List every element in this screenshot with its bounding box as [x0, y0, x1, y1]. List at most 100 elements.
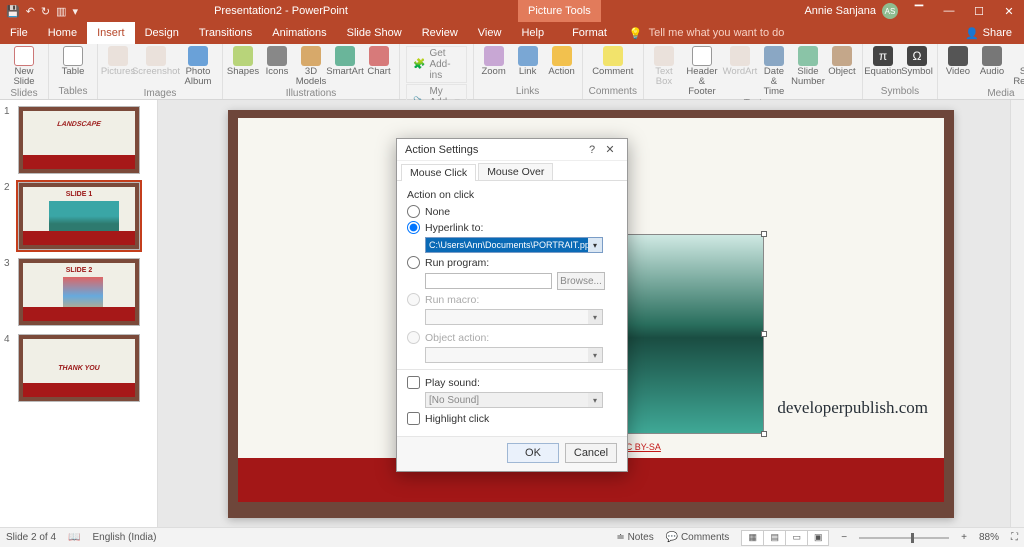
- normal-view-button[interactable]: ▦: [741, 530, 763, 546]
- title-bar: 💾 ↶ ↻ ▥ ▾ Presentation2 - PowerPoint Pic…: [0, 0, 1024, 22]
- thumbnail-4[interactable]: THANK YOU: [18, 334, 140, 402]
- audio-button[interactable]: Audio: [978, 46, 1006, 77]
- ribbon: New SlideSlides TableTables Pictures Scr…: [0, 44, 1024, 100]
- start-from-beginning-icon[interactable]: ▥: [56, 5, 66, 18]
- reading-view-button[interactable]: ▭: [785, 530, 807, 546]
- context-tab-picture-tools: Picture Tools: [518, 0, 601, 22]
- tab-home[interactable]: Home: [38, 22, 87, 44]
- dialog-title: Action Settings: [405, 144, 478, 156]
- checkbox-highlight-click[interactable]: [407, 412, 420, 425]
- tab-slideshow[interactable]: Slide Show: [337, 22, 412, 44]
- photo-album-button[interactable]: Photo Album: [180, 46, 216, 87]
- pictures-button[interactable]: Pictures: [104, 46, 132, 77]
- comments-button[interactable]: 💬 Comments: [666, 532, 730, 543]
- zoom-out-button[interactable]: −: [841, 532, 847, 543]
- zoom-in-button[interactable]: +: [961, 532, 967, 543]
- sorter-view-button[interactable]: ▤: [763, 530, 785, 546]
- minimize-button[interactable]: —: [934, 0, 964, 22]
- group-action-on-click: Action on click: [407, 189, 617, 201]
- 3d-models-button[interactable]: 3D Models: [297, 46, 325, 87]
- thumbnail-3[interactable]: SLIDE 2: [18, 258, 140, 326]
- ribbon-tabs: File Home Insert Design Transitions Anim…: [0, 22, 1024, 44]
- ok-button[interactable]: OK: [507, 443, 559, 463]
- dialog-close-button[interactable]: ✕: [601, 143, 619, 156]
- video-button[interactable]: Video: [944, 46, 972, 77]
- header-footer-button[interactable]: Header & Footer: [684, 46, 720, 97]
- radio-hyperlink[interactable]: [407, 221, 420, 234]
- shapes-button[interactable]: Shapes: [229, 46, 257, 77]
- date-time-button[interactable]: Date & Time: [760, 46, 788, 97]
- thumbnail-1[interactable]: LANDSCAPE: [18, 106, 140, 174]
- comment-button[interactable]: Comment: [595, 46, 631, 77]
- wordart-button[interactable]: WordArt: [726, 46, 754, 77]
- share-button[interactable]: 👤 Share: [953, 22, 1024, 44]
- textbox-button[interactable]: Text Box: [650, 46, 678, 87]
- tab-review[interactable]: Review: [412, 22, 468, 44]
- vertical-scrollbar[interactable]: [1010, 100, 1024, 527]
- link-button[interactable]: Link: [514, 46, 542, 77]
- close-button[interactable]: ✕: [994, 0, 1024, 22]
- slideshow-view-button[interactable]: ▣: [807, 530, 829, 546]
- thumbnail-2[interactable]: SLIDE 1: [18, 182, 140, 250]
- hyperlink-combobox[interactable]: C:\Users\Ann\Documents\PORTRAIT.pptx#POR…: [425, 237, 603, 253]
- qat-more-icon[interactable]: ▾: [73, 5, 79, 18]
- symbol-button[interactable]: ΩSymbol: [903, 46, 931, 77]
- tab-format[interactable]: Format: [562, 22, 617, 44]
- spellcheck-icon[interactable]: 📖: [68, 532, 80, 543]
- tell-me-search[interactable]: 💡 Tell me what you want to do: [617, 22, 953, 44]
- chevron-down-icon[interactable]: ▾: [588, 238, 602, 252]
- account-area[interactable]: Annie Sanjana AS: [804, 3, 904, 19]
- tab-animations[interactable]: Animations: [262, 22, 336, 44]
- zoom-level[interactable]: 88%: [979, 532, 999, 543]
- equation-button[interactable]: πEquation: [869, 46, 897, 77]
- icons-button[interactable]: Icons: [263, 46, 291, 77]
- zoom-button[interactable]: Zoom: [480, 46, 508, 77]
- document-title: Presentation2 - PowerPoint: [214, 5, 348, 17]
- cancel-button[interactable]: Cancel: [565, 443, 617, 463]
- tab-transitions[interactable]: Transitions: [189, 22, 262, 44]
- action-button[interactable]: Action: [548, 46, 576, 77]
- watermark: developerpublish.com: [777, 398, 928, 418]
- fit-to-window-button[interactable]: ⛶: [1011, 532, 1018, 543]
- undo-icon[interactable]: ↶: [26, 5, 35, 18]
- ribbon-options-icon[interactable]: ▔: [904, 0, 934, 22]
- dialog-help-button[interactable]: ?: [583, 144, 601, 156]
- run-program-input[interactable]: [425, 273, 552, 289]
- tab-mouse-over[interactable]: Mouse Over: [478, 163, 553, 180]
- redo-icon[interactable]: ↻: [41, 5, 50, 18]
- avatar: AS: [882, 3, 898, 19]
- quick-access-toolbar: 💾 ↶ ↻ ▥ ▾: [0, 5, 84, 18]
- radio-run-program[interactable]: [407, 256, 420, 269]
- smartart-button[interactable]: SmartArt: [331, 46, 359, 77]
- checkbox-play-sound[interactable]: [407, 376, 420, 389]
- object-button[interactable]: Object: [828, 46, 856, 77]
- tab-mouse-click[interactable]: Mouse Click: [401, 164, 476, 181]
- new-slide-button[interactable]: New Slide: [6, 46, 42, 87]
- table-button[interactable]: Table: [55, 46, 91, 77]
- radio-run-macro: [407, 293, 420, 306]
- object-action-combo: ▾: [425, 347, 603, 363]
- slide-indicator[interactable]: Slide 2 of 4: [6, 532, 56, 543]
- action-settings-dialog: Action Settings ? ✕ Mouse Click Mouse Ov…: [396, 138, 628, 472]
- slide-number-button[interactable]: Slide Number: [794, 46, 822, 87]
- tab-insert[interactable]: Insert: [87, 22, 135, 44]
- tab-help[interactable]: Help: [511, 22, 554, 44]
- radio-object-action: [407, 331, 420, 344]
- tab-file[interactable]: File: [0, 22, 38, 44]
- run-macro-combo: ▾: [425, 309, 603, 325]
- share-icon: 👤: [965, 27, 979, 40]
- tab-view[interactable]: View: [468, 22, 512, 44]
- screen-recording-button[interactable]: Screen Recording: [1012, 46, 1024, 87]
- save-icon[interactable]: 💾: [6, 5, 20, 18]
- status-bar: Slide 2 of 4 📖 English (India) ≐ Notes 💬…: [0, 527, 1024, 547]
- radio-none[interactable]: [407, 205, 420, 218]
- notes-button[interactable]: ≐ Notes: [616, 532, 653, 543]
- sound-combo: [No Sound]▾: [425, 392, 603, 408]
- zoom-slider[interactable]: [859, 537, 949, 539]
- screenshot-button[interactable]: Screenshot: [138, 46, 174, 77]
- language-indicator[interactable]: English (India): [93, 532, 157, 543]
- chart-button[interactable]: Chart: [365, 46, 393, 77]
- maximize-button[interactable]: ☐: [964, 0, 994, 22]
- browse-button[interactable]: Browse...: [557, 272, 605, 290]
- tab-design[interactable]: Design: [135, 22, 189, 44]
